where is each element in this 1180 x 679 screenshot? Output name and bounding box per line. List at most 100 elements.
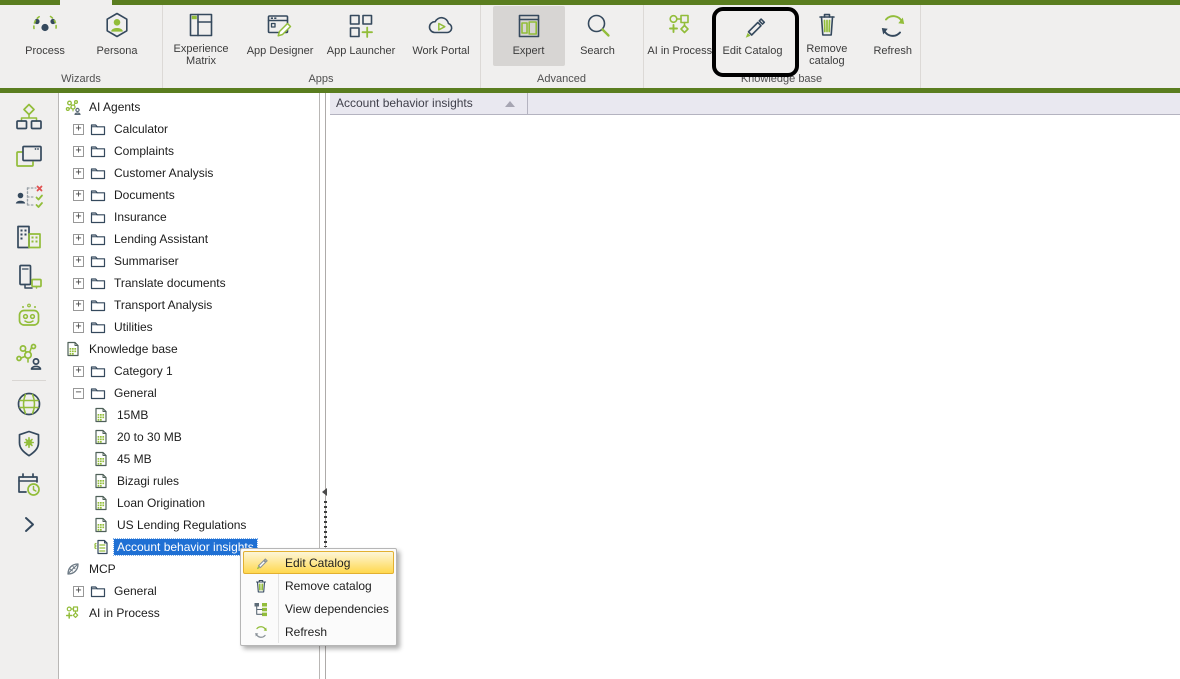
- ribbon-button-refresh[interactable]: Refresh: [865, 6, 920, 66]
- tree-item-label: Summariser: [111, 253, 182, 269]
- expand-icon[interactable]: +: [73, 366, 84, 377]
- sidebar-scheduler-icon[interactable]: [9, 464, 49, 504]
- sidebar-authorization-icon[interactable]: [9, 177, 49, 217]
- app-launcher-icon: [345, 10, 377, 42]
- ribbon-button-process[interactable]: Process: [9, 6, 81, 66]
- tree-item-translate-documents[interactable]: + Translate documents: [59, 272, 319, 294]
- tree-item-documents[interactable]: +Documents: [59, 184, 319, 206]
- expand-icon[interactable]: +: [73, 586, 84, 597]
- tree-item-label: Translate documents: [111, 275, 229, 291]
- tree-item-transport-analysis[interactable]: +Transport Analysis: [59, 294, 319, 316]
- ribbon-group-advanced: ExpertSearch Advanced: [480, 5, 644, 88]
- tree-item-20-to-30-mb[interactable]: 20 to 30 MB: [59, 426, 319, 448]
- ribbon-button-experience-matrix[interactable]: Experience Matrix: [162, 6, 240, 66]
- ribbon-button-edit-catalog[interactable]: Edit Catalog: [717, 6, 789, 66]
- sidebar-bot-icon[interactable]: [9, 297, 49, 337]
- expand-icon[interactable]: +: [73, 300, 84, 311]
- ribbon-button-work-portal[interactable]: Work Portal: [402, 6, 480, 66]
- sidebar-forms-icon[interactable]: [9, 137, 49, 177]
- ai-in-process-icon: [664, 10, 696, 42]
- sidebar-globe-icon[interactable]: [9, 384, 49, 424]
- tree-item-lending-assistant[interactable]: +Lending Assistant: [59, 228, 319, 250]
- tree-item-complaints[interactable]: +Complaints: [59, 140, 319, 162]
- menu-item-view-dependencies[interactable]: View dependencies: [243, 597, 394, 620]
- menu-item-remove-catalog[interactable]: Remove catalog: [243, 574, 394, 597]
- expand-icon[interactable]: +: [73, 256, 84, 267]
- tree-item-calculator[interactable]: +Calculator: [59, 118, 319, 140]
- tree-item-ai-agents[interactable]: AI Agents: [59, 96, 319, 118]
- tree-item-45-mb[interactable]: 45 MB: [59, 448, 319, 470]
- tree-item-label: AI in Process: [86, 605, 163, 621]
- expand-icon[interactable]: +: [73, 124, 84, 135]
- doc-grid-icon: [92, 473, 109, 490]
- refresh-icon: [877, 10, 909, 42]
- sidebar-ai-agents-icon[interactable]: [9, 337, 49, 377]
- ribbon-button-search[interactable]: Search: [565, 6, 631, 66]
- sidebar-security-icon[interactable]: [9, 424, 49, 464]
- folder-icon: [89, 165, 106, 182]
- tree-item-summariser[interactable]: + Summariser: [59, 250, 319, 272]
- tree-item-customer-analysis[interactable]: + Customer Analysis: [59, 162, 319, 184]
- ribbon-group-label: Knowledge base: [643, 73, 920, 85]
- tree-item-label: Customer Analysis: [111, 165, 216, 181]
- tree-item-bizagi-rules[interactable]: Bizagi rules: [59, 470, 319, 492]
- ribbon-group-wizards: ProcessPersonaWizards: [0, 5, 163, 88]
- sidebar-devices-icon[interactable]: [9, 257, 49, 297]
- expand-icon[interactable]: +: [73, 146, 84, 157]
- ribbon-button-remove-catalog[interactable]: Remove catalog: [788, 6, 865, 66]
- ribbon-group-buttons: ExpertSearch: [480, 5, 643, 66]
- context-menu: Edit CatalogRemove catalog View dependenc…: [240, 548, 397, 646]
- ai-agents-icon: [64, 99, 81, 116]
- collapse-icon[interactable]: −: [73, 388, 84, 399]
- tree-item-knowledge-base[interactable]: Knowledge base: [59, 338, 319, 360]
- expand-icon[interactable]: +: [73, 278, 84, 289]
- ribbon-button-persona[interactable]: Persona: [81, 6, 153, 66]
- tree-item-us-lending-regulations[interactable]: US Lending Regulations: [59, 514, 319, 536]
- tree-item-15mb[interactable]: 15MB: [59, 404, 319, 426]
- tree-item-label: Bizagi rules: [114, 473, 182, 489]
- pencil-icon: [244, 555, 278, 571]
- ribbon-button-label: AI in Process: [647, 45, 712, 57]
- ribbon-button-ai-in-process[interactable]: AI in Process: [643, 6, 717, 66]
- app-designer-icon: [264, 10, 296, 42]
- menu-item-refresh[interactable]: Refresh: [243, 620, 394, 643]
- ribbon-group-apps: Experience Matrix App Designer App Launche…: [162, 5, 481, 88]
- tree-item-utilities[interactable]: +Utilities: [59, 316, 319, 338]
- ribbon-button-label: App Designer: [247, 45, 314, 57]
- sidebar-organization-icon[interactable]: [9, 217, 49, 257]
- main-content-panel: Account behavior insights: [330, 93, 1180, 679]
- process-icon: [29, 10, 61, 42]
- ribbon-button-label: Persona: [97, 45, 138, 57]
- sidebar-process-hierarchy-icon[interactable]: [9, 97, 49, 137]
- menu-item-edit-catalog[interactable]: Edit Catalog: [243, 551, 394, 574]
- grid-column-header[interactable]: Account behavior insights: [330, 93, 528, 114]
- tree-item-label: Loan Origination: [114, 495, 208, 511]
- splitter-collapse-icon[interactable]: [322, 488, 327, 496]
- menu-item-label: View dependencies: [278, 602, 389, 616]
- doc-grid-icon: [92, 517, 109, 534]
- ribbon-button-expert[interactable]: Expert: [493, 6, 565, 66]
- ribbon-button-label: Work Portal: [412, 45, 469, 57]
- ribbon-button-app-designer[interactable]: App Designer: [240, 6, 320, 66]
- doc-grid-icon: [64, 341, 81, 358]
- left-icon-sidebar: [0, 93, 58, 679]
- expand-icon[interactable]: +: [73, 234, 84, 245]
- expand-icon[interactable]: +: [73, 322, 84, 333]
- tree-item-loan-origination[interactable]: Loan Origination: [59, 492, 319, 514]
- expand-icon[interactable]: +: [73, 168, 84, 179]
- sidebar-expand-chevron-icon[interactable]: [9, 504, 49, 544]
- expand-icon[interactable]: +: [73, 190, 84, 201]
- splitter-grip[interactable]: [324, 501, 327, 547]
- ai-process-icon: [64, 605, 81, 622]
- ribbon-button-label: Refresh: [873, 45, 912, 57]
- ribbon-button-app-launcher[interactable]: App Launcher: [320, 6, 402, 66]
- expand-icon[interactable]: +: [73, 212, 84, 223]
- ribbon-group-label: Advanced: [480, 73, 643, 85]
- tree-item-general[interactable]: −General: [59, 382, 319, 404]
- tree-item-insurance[interactable]: + Insurance: [59, 206, 319, 228]
- tree-item-label: Insurance: [111, 209, 170, 225]
- tree-item-category-1[interactable]: +Category 1: [59, 360, 319, 382]
- doc-grid-icon: [92, 407, 109, 424]
- folder-icon: [89, 209, 106, 226]
- work-portal-icon: [425, 10, 457, 42]
